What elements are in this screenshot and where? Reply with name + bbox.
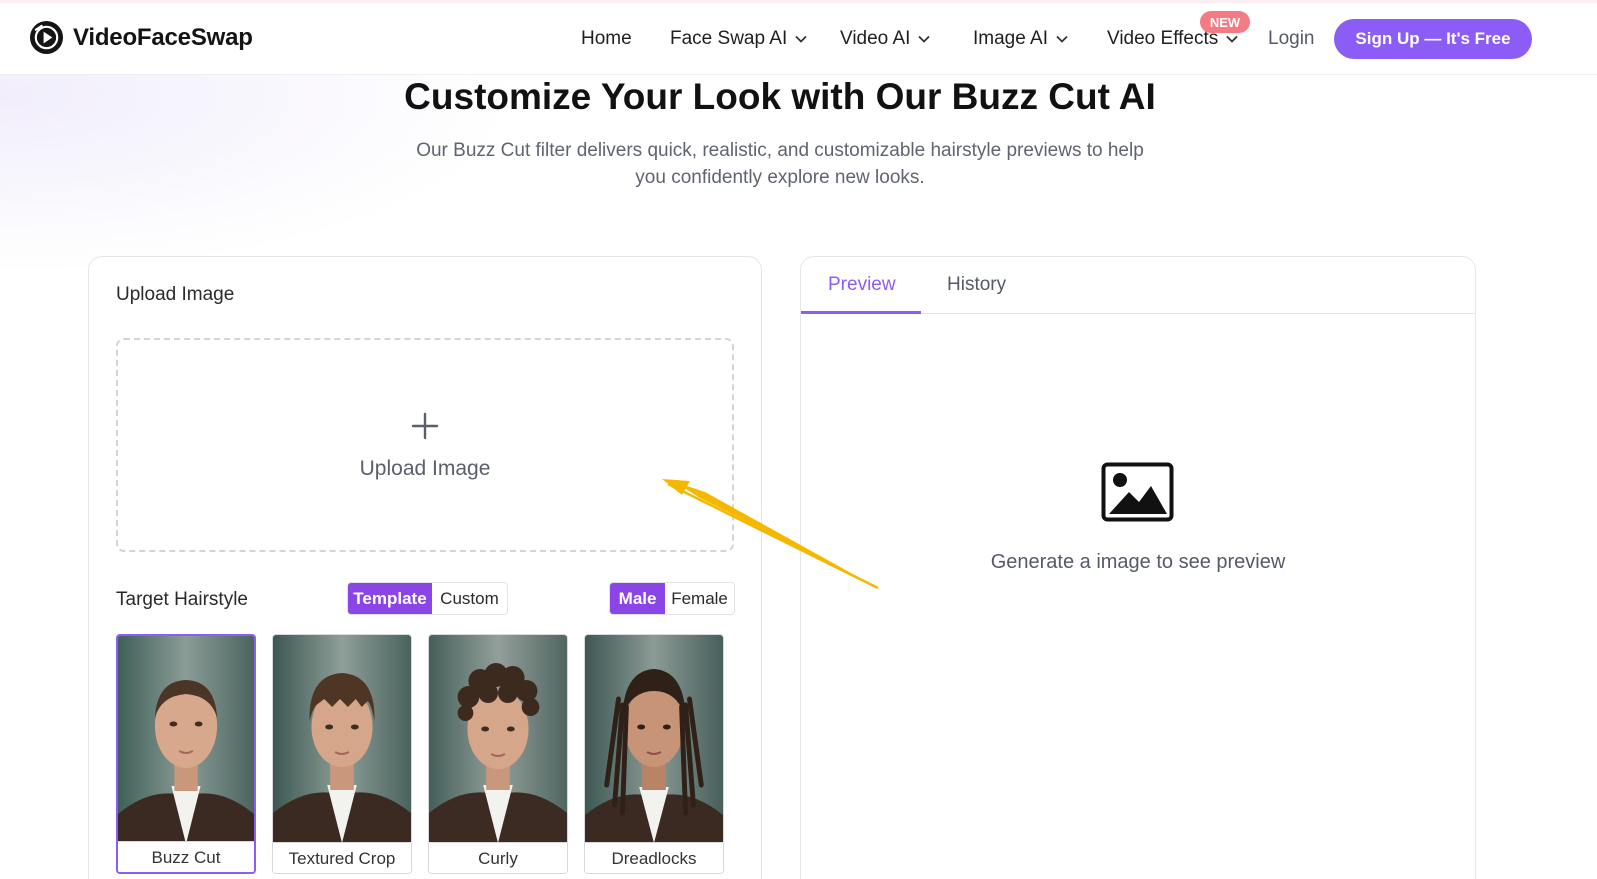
upload-dropzone-label: Upload Image: [359, 457, 491, 480]
nav-item-label: Image AI: [973, 28, 1048, 49]
chevron-down-icon: [1056, 35, 1068, 43]
nav-item-label: Face Swap AI: [670, 28, 788, 49]
mode-toggle: Template Custom: [347, 582, 508, 615]
female-button[interactable]: Female: [665, 583, 734, 614]
chevron-down-icon: [1226, 35, 1238, 43]
template-card-buzz-cut[interactable]: Buzz Cut: [116, 634, 256, 874]
brand-logo-icon: [29, 20, 64, 55]
chevron-down-icon: [918, 35, 931, 43]
tab-history[interactable]: History: [947, 274, 1006, 296]
custom-mode-button[interactable]: Custom: [432, 583, 507, 614]
page-title: Customize Your Look with Our Buzz Cut AI: [404, 76, 1156, 117]
plus-icon: [411, 412, 439, 440]
template-card-label: Curly: [429, 842, 567, 873]
gender-toggle: Male Female: [609, 582, 735, 615]
template-card-label: Dreadlocks: [585, 842, 723, 873]
nav-item-face-swap-ai[interactable]: Face Swap AI: [670, 28, 807, 50]
buzz-cut-photo: [118, 636, 254, 844]
upload-section-label: Upload Image: [116, 284, 235, 305]
active-tab-indicator: [801, 311, 921, 314]
preview-tabs: Preview History: [801, 257, 1475, 314]
upload-panel: Upload Image Upload Image Target Hairsty…: [88, 256, 762, 879]
textured-crop-photo: [273, 635, 411, 843]
template-card-textured-crop[interactable]: Textured Crop: [272, 634, 412, 874]
template-card-dreadlocks[interactable]: Dreadlocks: [584, 634, 724, 874]
template-mode-button[interactable]: Template: [348, 583, 432, 614]
nav-item-label: Video AI: [840, 28, 911, 49]
chevron-down-icon: [795, 35, 807, 43]
new-badge: NEW: [1200, 11, 1250, 33]
nav-item-image-ai[interactable]: Image AI: [973, 28, 1068, 50]
upload-dropzone[interactable]: Upload Image: [116, 338, 734, 552]
login-label: Login: [1268, 28, 1315, 49]
tab-preview[interactable]: Preview: [828, 274, 896, 296]
signup-button[interactable]: Sign Up — It's Free: [1334, 19, 1532, 59]
preview-empty-message: Generate a image to see preview: [990, 551, 1286, 573]
login-link[interactable]: Login: [1268, 28, 1315, 50]
image-placeholder-icon: [1101, 462, 1174, 522]
brand[interactable]: VideoFaceSwap: [29, 20, 253, 55]
nav-item-home[interactable]: Home: [581, 28, 632, 50]
brand-name: VideoFaceSwap: [73, 23, 253, 51]
template-card-label: Textured Crop: [273, 842, 411, 873]
nav-item-video-ai[interactable]: Video AI: [840, 28, 931, 50]
hairstyle-templates: Buzz Cut Textured Crop Curly Dreadlocks: [116, 634, 736, 874]
site-header: VideoFaceSwap Home Face Swap AI Video AI…: [0, 3, 1597, 75]
nav-item-label: Video Effects: [1107, 28, 1219, 49]
preview-panel: Preview History Generate a image to see …: [800, 256, 1476, 879]
male-button[interactable]: Male: [610, 583, 666, 614]
curly-photo: [429, 635, 567, 843]
target-hairstyle-label: Target Hairstyle: [116, 589, 248, 610]
template-card-curly[interactable]: Curly: [428, 634, 568, 874]
template-card-label: Buzz Cut: [118, 841, 254, 872]
nav-item-label: Home: [581, 28, 632, 49]
dreadlocks-photo: [585, 635, 723, 843]
page-subtitle: Our Buzz Cut filter delivers quick, real…: [416, 140, 1144, 188]
